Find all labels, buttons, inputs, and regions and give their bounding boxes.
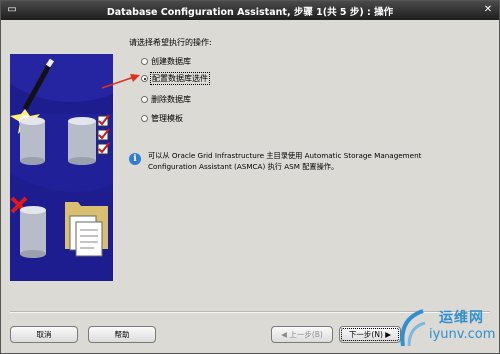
next-arrow-icon: ▶ xyxy=(382,330,392,339)
dbca-window: ▭ Database Configuration Assistant, 步骤 1… xyxy=(0,0,500,354)
cancel-button[interactable]: 取消 xyxy=(10,326,78,343)
option-label: 创建数据库 xyxy=(151,57,191,66)
option-create-database[interactable]: 创建数据库 xyxy=(141,56,191,67)
checklist-icon xyxy=(97,114,110,155)
next-button[interactable]: 下一步(N) ▶ xyxy=(339,326,401,343)
database-icon xyxy=(68,117,96,165)
radio-button-selected[interactable] xyxy=(141,75,148,82)
option-label: 管理模板 xyxy=(151,114,183,123)
info-message: i 可以从 Oracle Grid Infrastructure 主目录使用 A… xyxy=(129,150,421,172)
info-icon: i xyxy=(129,153,141,165)
help-button[interactable]: 帮助 xyxy=(88,326,156,343)
wizard-illustration xyxy=(10,54,113,281)
red-arrow-annotation xyxy=(101,74,140,89)
instruction-text: 请选择希望执行的操作: xyxy=(129,38,212,47)
info-text-line: Configuration Assistant (ASMCA) 执行 ASM 配… xyxy=(148,162,339,171)
folder-templates-icon xyxy=(65,202,108,257)
title-bar: ▭ Database Configuration Assistant, 步骤 1… xyxy=(1,1,499,20)
option-delete-database[interactable]: 删除数据库 xyxy=(141,94,191,105)
radio-button[interactable] xyxy=(141,115,148,122)
back-button-label: 上一步(B) xyxy=(289,330,323,339)
option-manage-templates[interactable]: 管理模板 xyxy=(141,113,183,124)
watermark-url: iyunv.com xyxy=(429,327,496,342)
database-icon xyxy=(20,206,46,258)
option-configure-database-options[interactable]: 配置数据库选件 xyxy=(141,72,210,85)
option-label: 配置数据库选件 xyxy=(150,72,210,85)
next-button-label: 下一步(N) xyxy=(348,330,383,339)
info-text-line: 可以从 Oracle Grid Infrastructure 主目录使用 Aut… xyxy=(148,151,422,160)
window-title: Database Configuration Assistant, 步骤 1(共… xyxy=(106,7,394,18)
option-label: 删除数据库 xyxy=(151,95,191,104)
radio-button[interactable] xyxy=(141,58,148,65)
database-icon xyxy=(20,117,45,165)
watermark-title: 运维网 xyxy=(439,310,484,326)
back-button[interactable]: ◀ 上一步(B) xyxy=(271,326,333,343)
radio-button[interactable] xyxy=(141,96,148,103)
close-icon[interactable]: ✕ xyxy=(481,3,495,17)
